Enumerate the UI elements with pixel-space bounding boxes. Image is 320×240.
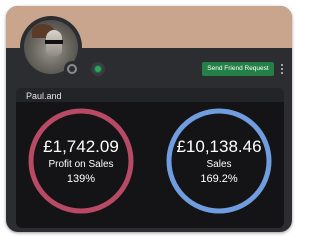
sales-label: Sales bbox=[206, 158, 232, 170]
sales-value: £10,138.46 bbox=[176, 136, 262, 156]
sales-ring: £10,138.46 Sales 169.2% bbox=[164, 106, 274, 216]
badge-icon bbox=[94, 65, 102, 73]
username: Paul.and bbox=[26, 91, 62, 101]
profit-percent: 139% bbox=[66, 172, 96, 185]
profile-badge[interactable] bbox=[91, 62, 105, 76]
stats-panel: Paul.and £1,742.09 Profit on Sales 139% … bbox=[16, 88, 284, 228]
panel-header: Paul.and bbox=[16, 88, 284, 102]
profile-card: Send Friend Request Paul.and £1,742.09 P… bbox=[6, 6, 292, 232]
sales-percent: 169.2% bbox=[200, 172, 238, 185]
profit-value: £1,742.09 bbox=[43, 136, 119, 156]
censor-bar bbox=[45, 40, 63, 44]
send-friend-request-button[interactable]: Send Friend Request bbox=[202, 62, 274, 76]
offline-status-icon bbox=[67, 64, 77, 74]
status-indicator bbox=[64, 61, 80, 77]
profit-label: Profit on Sales bbox=[48, 158, 114, 170]
profit-ring: £1,742.09 Profit on Sales 139% bbox=[26, 106, 136, 216]
more-options-icon[interactable] bbox=[278, 61, 286, 77]
